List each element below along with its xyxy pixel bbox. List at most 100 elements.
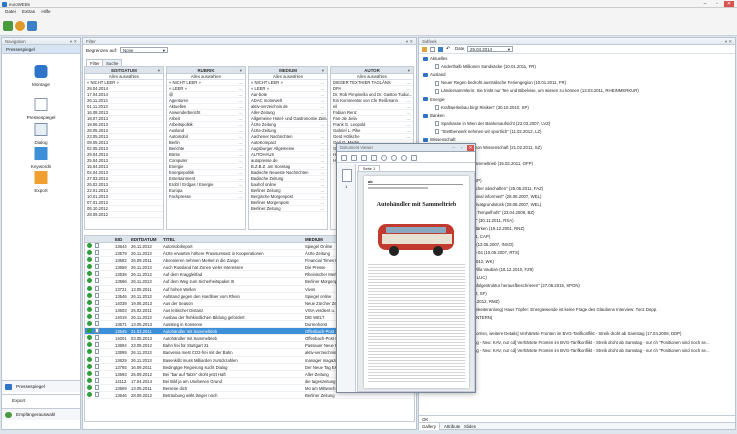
sync-icon[interactable]	[27, 21, 37, 31]
approved-icon	[87, 292, 92, 298]
keywords-icon	[34, 147, 48, 160]
settings-icon[interactable]	[15, 21, 25, 31]
maximize-button[interactable]: ▫	[712, 1, 722, 7]
nav-selected-group[interactable]: Pressespiegel	[2, 45, 80, 54]
approved-icon	[87, 313, 92, 319]
tree-item[interactable]: [Zusammenfassung - Neu: KAV, nur cd] Ver…	[435, 347, 710, 354]
document-icon[interactable]	[95, 299, 99, 305]
tree-item[interactable]: Kraftwerkebau birgt Risiken" (30.10.2010…	[435, 104, 529, 111]
document-icon[interactable]	[95, 356, 99, 362]
column-header[interactable]: EDITDATUM ▾	[85, 67, 163, 74]
maximize-button[interactable]: ▫	[458, 145, 465, 151]
document-icon[interactable]	[95, 292, 99, 298]
document-icon[interactable]	[95, 335, 99, 341]
undo-icon[interactable]: ↶	[446, 46, 450, 52]
zoom-out-icon[interactable]	[401, 155, 407, 161]
document-icon[interactable]	[95, 250, 99, 256]
document-icon[interactable]	[95, 377, 99, 383]
tree-item[interactable]: Anderthalb Millionen Sandsäcke (10.01.20…	[435, 63, 536, 70]
cell-eid: 13566	[115, 279, 127, 285]
pin-icon[interactable]: ▾ ✕	[725, 38, 732, 45]
zoom-icon[interactable]	[381, 155, 387, 161]
nav-item-montage[interactable]: Montage	[2, 63, 80, 93]
tab-slides[interactable]: Slides	[461, 423, 479, 430]
document-icon[interactable]	[95, 243, 99, 248]
print-icon[interactable]	[361, 155, 367, 161]
fit-page-icon[interactable]	[371, 155, 377, 161]
begrenzen-select[interactable]: None ▾	[120, 47, 168, 53]
tree-folder[interactable]: Wissenschaft	[423, 136, 456, 143]
minimize-button[interactable]: –	[700, 1, 710, 7]
more-icon[interactable]: ...	[321, 206, 325, 211]
tree-item[interactable]: [Zusammenfassung - Neu: KAV, nur cd] Ver…	[435, 339, 710, 346]
document-icon	[435, 64, 439, 70]
column-header[interactable]: RUBRIK ▾	[167, 67, 245, 74]
zoom-in-icon[interactable]	[391, 155, 397, 161]
tab-suche[interactable]: Suche	[102, 59, 123, 66]
cell-eid: 13765	[115, 364, 127, 370]
column-header[interactable]: MEDIUM ▾	[249, 67, 327, 74]
grid-header-medium[interactable]: MEDIUM	[305, 236, 323, 243]
tree-label: Sparkasse in Wien der Bankenaufsicht (22…	[441, 120, 551, 126]
document-icon[interactable]	[95, 370, 99, 376]
column-header[interactable]: AUTOR ▾	[331, 67, 413, 74]
tree-folder[interactable]: Banken	[423, 112, 445, 119]
nav-bottom-empfaenger[interactable]: Empfängerauswahl	[2, 408, 80, 420]
document-icon[interactable]	[95, 257, 99, 263]
menu-extras[interactable]: Extras	[22, 8, 35, 16]
tree-folder[interactable]: Ausland	[423, 71, 446, 78]
date-picker[interactable]: 25.04.2014 ▾	[467, 46, 513, 52]
tree-item[interactable]: Ländersammlerin: Sie trinkt nur Tee und …	[435, 87, 639, 94]
document-icon[interactable]	[95, 306, 99, 312]
document-icon[interactable]	[95, 328, 99, 334]
nav-bottom-pressespiegel[interactable]: Pressespiegel	[2, 380, 80, 392]
menu-datei[interactable]: Datei	[5, 8, 16, 16]
document-icon[interactable]	[95, 264, 99, 270]
nav-bottom-export[interactable]: Export	[2, 394, 80, 406]
page-thumbnail[interactable]	[342, 169, 352, 182]
cell-eid: 14112	[115, 378, 127, 384]
rotate-icon[interactable]	[411, 155, 417, 161]
filter-item[interactable]: Berliner Zeitung...	[249, 206, 327, 212]
save-icon[interactable]	[438, 47, 443, 52]
document-icon[interactable]	[95, 384, 99, 390]
tree-folder[interactable]: Energie	[423, 96, 445, 103]
tab-attribute[interactable]: Attribute	[441, 423, 463, 430]
filter-item-label: 28.09.2012	[87, 212, 108, 217]
tree-item[interactable]: Sparkasse in Wien der Bankenaufsicht (22…	[435, 120, 550, 127]
more-icon[interactable]: ...	[239, 194, 243, 199]
close-button[interactable]: ✕	[467, 145, 474, 151]
tree-item[interactable]: Neuer Regen bedroht australische Ferieng…	[435, 79, 566, 86]
cell-editdatum: 03.05.2013	[131, 336, 152, 342]
document-icon[interactable]	[95, 349, 99, 355]
document-icon[interactable]	[95, 321, 99, 327]
tree-label: [Zusammenfassung - Neu: KAV, nur cd] Ver…	[441, 347, 710, 353]
grid-header-eid[interactable]: EID	[115, 236, 122, 243]
document-icon[interactable]	[95, 342, 99, 348]
document-icon[interactable]	[95, 271, 99, 277]
tree-item[interactable]: "Stettberwerk nehmen wir sportlich" (11.…	[435, 128, 541, 135]
document-icon[interactable]	[95, 278, 99, 284]
minimize-button[interactable]: –	[450, 145, 457, 151]
filter-item[interactable]: Fachpresse...	[167, 194, 245, 200]
copy-icon[interactable]	[351, 155, 357, 161]
grid-header-editdatum[interactable]: EDITDATUM	[131, 236, 157, 243]
document-icon[interactable]	[95, 313, 99, 319]
folder-icon[interactable]	[422, 47, 427, 52]
nav-item-export[interactable]: Export	[2, 169, 80, 199]
pin-icon[interactable]: ▾ ✕	[70, 38, 77, 45]
cursor-icon[interactable]	[341, 155, 347, 161]
filter-item[interactable]: 28.09.2012	[85, 212, 163, 218]
document-icon[interactable]	[95, 391, 99, 397]
document-icon[interactable]	[95, 363, 99, 369]
close-button[interactable]: ✕	[724, 1, 734, 7]
table-row[interactable]: 13646 28.09.2012 Beträubung wirkt länger n…	[85, 391, 414, 400]
document-icon[interactable]	[95, 285, 99, 291]
tab-gallery[interactable]: Gallery	[419, 423, 440, 430]
pin-icon[interactable]: ▾ ✕	[406, 38, 413, 45]
menu-hilfe[interactable]: Hilfe	[41, 8, 50, 16]
document-icon[interactable]	[430, 47, 435, 52]
grid-header-titel[interactable]: TITEL	[163, 236, 175, 243]
refresh-icon[interactable]	[3, 21, 13, 31]
tree-folder[interactable]: Aktuelles	[423, 55, 447, 62]
